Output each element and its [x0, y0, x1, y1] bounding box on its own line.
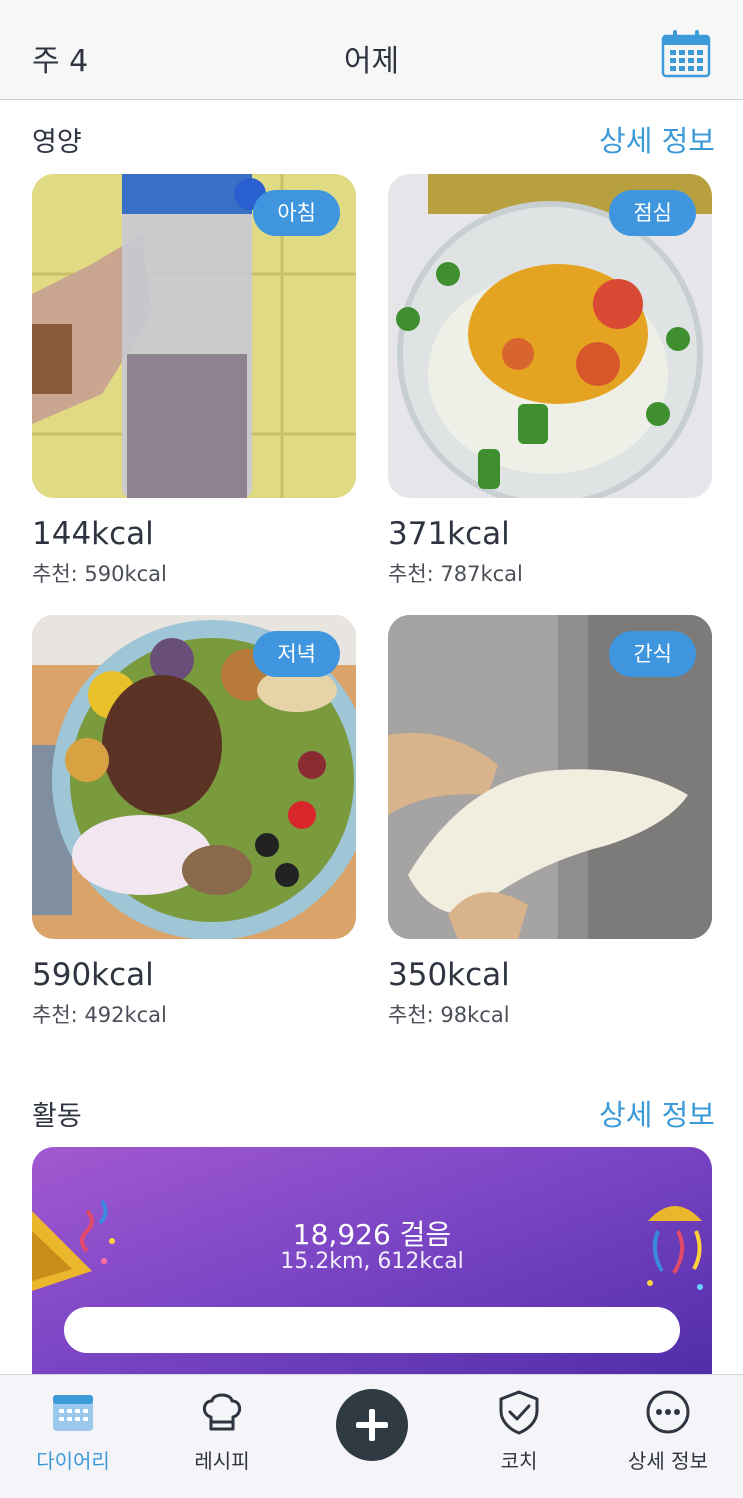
- chef-hat-icon: [199, 1389, 245, 1435]
- meal-card-dinner[interactable]: 저녁 590kcal 추천: 492kcal: [32, 615, 356, 1029]
- top-bar: 주 4 어제: [0, 0, 743, 100]
- calendar-icon[interactable]: [660, 28, 712, 80]
- meal-card-lunch[interactable]: 점심 371kcal 추천: 787kcal: [388, 174, 712, 588]
- more-icon: [645, 1389, 691, 1435]
- steps-count: 18,926 걸음: [292, 1218, 452, 1251]
- add-button[interactable]: [336, 1389, 408, 1461]
- plus-icon: [356, 1409, 388, 1441]
- tab-recipes[interactable]: 레시피: [157, 1389, 287, 1474]
- meal-card-breakfast[interactable]: 아침 144kcal 추천: 590kcal: [32, 174, 356, 588]
- meal-photo-dinner[interactable]: 저녁: [32, 615, 356, 939]
- tab-label: 다이어리: [36, 1449, 110, 1473]
- date-title[interactable]: 어제: [0, 36, 743, 80]
- distance-calories: 15.2km, 612kcal: [280, 1249, 464, 1274]
- meal-kcal: 371kcal: [388, 516, 510, 552]
- shield-check-icon: [496, 1389, 542, 1435]
- tab-label: 코치: [500, 1449, 538, 1473]
- meal-recommended: 추천: 492kcal: [32, 1003, 167, 1027]
- meal-card-snack[interactable]: 간식 350kcal 추천: 98kcal: [388, 615, 712, 1029]
- activity-detail-link[interactable]: 상세 정보: [599, 1092, 715, 1134]
- tab-more[interactable]: 상세 정보: [603, 1389, 733, 1474]
- meal-photo-breakfast[interactable]: 아침: [32, 174, 356, 498]
- activity-title: 활동: [32, 1101, 82, 1132]
- calendar-icon: [50, 1389, 96, 1435]
- tab-coach[interactable]: 코치: [454, 1389, 584, 1474]
- meal-badge: 아침: [253, 190, 340, 236]
- meal-photo-snack[interactable]: 간식: [388, 615, 712, 939]
- meal-badge: 점심: [609, 190, 696, 236]
- meal-badge: 간식: [609, 631, 696, 677]
- meal-kcal: 144kcal: [32, 516, 154, 552]
- meal-kcal: 590kcal: [32, 957, 154, 993]
- meal-photo-lunch[interactable]: 점심: [388, 174, 712, 498]
- meal-recommended: 추천: 787kcal: [388, 562, 523, 586]
- tab-label: 레시피: [194, 1449, 250, 1473]
- activity-card[interactable]: 18,926 걸음 15.2km, 612kcal: [32, 1147, 712, 1407]
- meal-kcal: 350kcal: [388, 957, 510, 993]
- nutrition-detail-link[interactable]: 상세 정보: [599, 118, 715, 160]
- meal-recommended: 추천: 590kcal: [32, 562, 167, 586]
- nutrition-title: 영양: [32, 127, 82, 158]
- meal-badge: 저녁: [253, 631, 340, 677]
- tab-diary[interactable]: 다이어리: [8, 1389, 138, 1474]
- steps-progress-bar: [64, 1307, 680, 1353]
- bottom-tab-bar: 다이어리 레시피 코치 상세 정보: [0, 1374, 743, 1498]
- meal-recommended: 추천: 98kcal: [388, 1003, 510, 1027]
- tab-label: 상세 정보: [628, 1449, 708, 1473]
